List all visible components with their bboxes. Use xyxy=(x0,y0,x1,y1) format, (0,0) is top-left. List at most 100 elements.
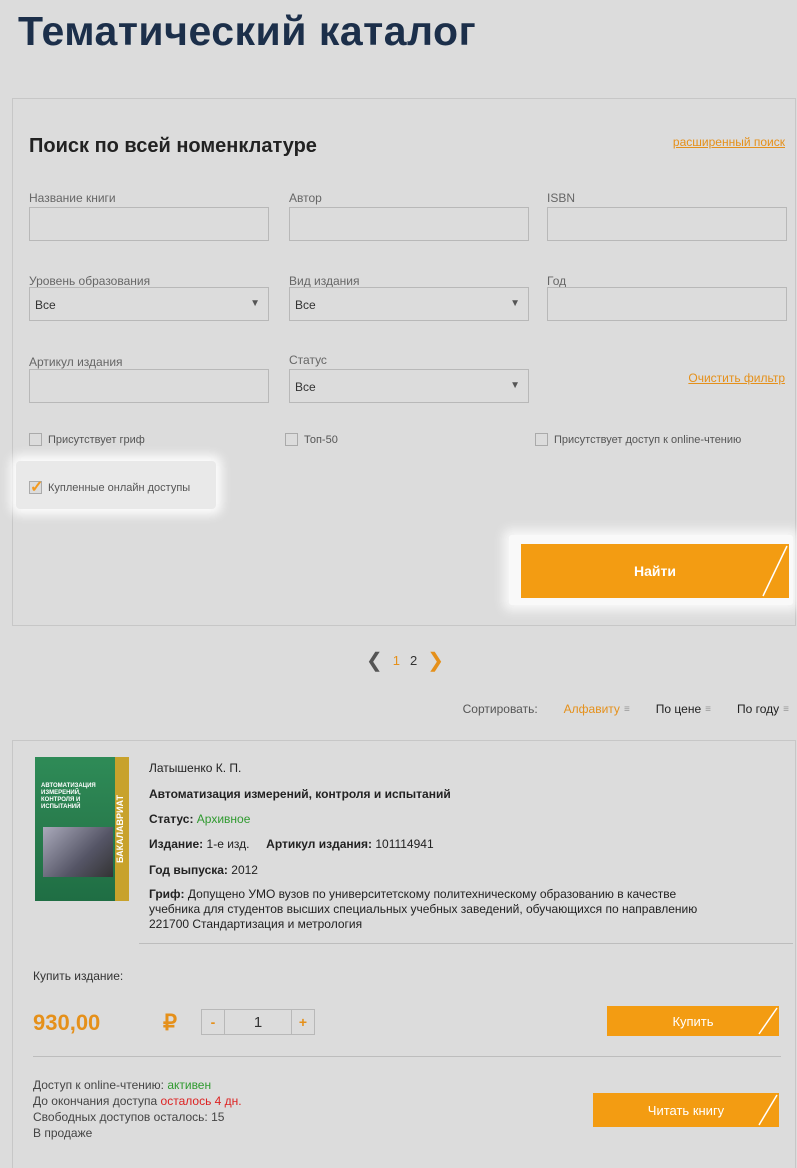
purchased-checkbox[interactable]: ✓ Купленные онлайн доступы xyxy=(29,479,191,496)
find-button[interactable]: Найти xyxy=(521,544,789,598)
on-sale-line: В продаже xyxy=(33,1126,93,1140)
checkmark-icon: ✓ xyxy=(30,479,44,496)
page-title: Тематический каталог xyxy=(18,8,477,54)
free-access-line: Свободных доступов осталось: 15 xyxy=(33,1110,225,1124)
grif-label: Гриф: xyxy=(149,887,185,901)
expiry-value: осталось 4 дн. xyxy=(160,1094,242,1108)
cover-image xyxy=(43,827,113,877)
product-year: Год выпуска: 2012 xyxy=(149,863,258,877)
edition-type-label: Вид издания xyxy=(289,274,360,288)
status-value: Архивное xyxy=(196,812,251,826)
cover-spine: БАКАЛАВРИАТ xyxy=(115,757,129,901)
year-value: 2012 xyxy=(231,863,258,877)
buy-button[interactable]: Купить xyxy=(607,1006,779,1036)
checkbox-box[interactable] xyxy=(285,433,298,446)
page-2[interactable]: 2 xyxy=(410,653,417,668)
product-status: Статус: Архивное xyxy=(149,812,250,826)
sort-icon: ≡ xyxy=(783,703,789,715)
read-book-button[interactable]: Читать книгу xyxy=(593,1093,779,1127)
year-label: Год xyxy=(547,274,567,288)
sort-bar: Сортировать: Алфавиту ≡ По цене ≡ По год… xyxy=(463,702,789,716)
edition-type-select[interactable]: Все ▼ xyxy=(289,287,529,321)
checkbox-box[interactable] xyxy=(29,433,42,446)
search-panel-title: Поиск по всей номенклатуре xyxy=(29,135,317,157)
clear-filter-link[interactable]: Очистить фильтр xyxy=(688,371,785,385)
edition-label: Издание: xyxy=(149,837,204,851)
quantity-stepper: - 1 + xyxy=(201,1009,315,1035)
grif-line-2: учебника для студентов высших специальны… xyxy=(149,902,698,916)
edition-type-value: Все xyxy=(295,298,316,312)
qty-plus-button[interactable]: + xyxy=(292,1010,314,1034)
top50-checkbox[interactable]: Топ-50 xyxy=(285,433,338,446)
online-label: Доступ к online-чтению: xyxy=(33,1078,164,1092)
checkbox-box[interactable] xyxy=(535,433,548,446)
sort-price[interactable]: По цене ≡ xyxy=(656,702,711,716)
article-input[interactable] xyxy=(29,369,269,403)
product-title[interactable]: Автоматизация измерений, контроля и испы… xyxy=(149,787,451,801)
slash-decoration-icon xyxy=(762,545,788,597)
sort-icon: ≡ xyxy=(623,703,630,715)
buy-button-label: Купить xyxy=(672,1013,714,1029)
currency-icon: ₽ xyxy=(163,1010,177,1035)
product-price: 930,00 xyxy=(33,1010,101,1035)
product-grif: Гриф: Допущено УМО вузов по университетс… xyxy=(149,887,789,932)
qty-minus-button[interactable]: - xyxy=(202,1010,225,1034)
purchased-checkbox-label: Купленные онлайн доступы xyxy=(48,481,191,494)
article-label: Артикул издания xyxy=(29,355,123,369)
top50-checkbox-label: Топ-50 xyxy=(304,433,338,446)
year-input[interactable] xyxy=(547,287,787,321)
article-label: Артикул издания: xyxy=(266,837,372,851)
edu-level-value: Все xyxy=(35,298,56,312)
isbn-input[interactable] xyxy=(547,207,787,241)
sort-label: Сортировать: xyxy=(462,702,538,716)
checkbox-box[interactable]: ✓ xyxy=(29,479,43,496)
divider xyxy=(33,1056,781,1057)
year-label: Год выпуска: xyxy=(149,863,228,877)
book-title-input[interactable] xyxy=(29,207,269,241)
status-label: Статус xyxy=(289,353,327,367)
product-card: АВТОМАТИЗАЦИЯ ИЗМЕРЕНИЙ, КОНТРОЛЯ И ИСПЫ… xyxy=(12,740,796,1168)
sort-alphabet-label: Алфавиту xyxy=(563,702,620,716)
online-reading-checkbox[interactable]: Присутствует доступ к online-чтению xyxy=(535,433,741,446)
slash-decoration-icon xyxy=(758,1094,778,1126)
slash-decoration-icon xyxy=(758,1007,778,1035)
chevron-down-icon: ▼ xyxy=(510,380,520,391)
author-label: Автор xyxy=(289,191,322,205)
isbn-label: ISBN xyxy=(547,191,576,205)
article-value: 101114941 xyxy=(375,837,434,851)
advanced-search-link[interactable]: расширенный поиск xyxy=(673,135,785,149)
online-access-info: Доступ к online-чтению: активен До оконч… xyxy=(33,1077,242,1141)
product-author: Латышенко К. П. xyxy=(149,761,242,775)
chevron-down-icon: ▼ xyxy=(510,298,520,309)
sort-icon: ≡ xyxy=(705,703,711,715)
sort-year-label: По году xyxy=(736,702,780,716)
product-edition: Издание: 1-е изд. Артикул издания: 10111… xyxy=(149,837,434,851)
edition-value: 1-е изд. xyxy=(206,837,250,851)
author-input[interactable] xyxy=(289,207,529,241)
sort-year[interactable]: По году ≡ xyxy=(737,702,789,716)
status-select[interactable]: Все ▼ xyxy=(289,369,529,403)
book-cover[interactable]: АВТОМАТИЗАЦИЯ ИЗМЕРЕНИЙ, КОНТРОЛЯ И ИСПЫ… xyxy=(35,757,129,901)
expiry-label: До окончания доступа xyxy=(33,1094,158,1108)
page-1[interactable]: 1 xyxy=(393,653,400,668)
pagination: ❮ 1 2 ❯ xyxy=(366,648,444,673)
status-value: Все xyxy=(295,380,316,394)
book-title-label: Название книги xyxy=(29,191,116,205)
grif-line-1: Допущено УМО вузов по университетскому п… xyxy=(187,887,677,901)
buy-section: 930,00 ₽ - 1 + Купить Доступ к online-чт… xyxy=(13,936,797,1166)
read-book-button-label: Читать книгу xyxy=(647,1102,725,1118)
qty-value[interactable]: 1 xyxy=(225,1010,292,1034)
next-page-icon[interactable]: ❯ xyxy=(427,648,444,673)
sort-price-label: По цене xyxy=(655,702,702,716)
grif-line-3: 221700 Стандартизация и метрология xyxy=(149,917,363,931)
grif-checkbox[interactable]: Присутствует гриф xyxy=(29,433,145,446)
grif-checkbox-label: Присутствует гриф xyxy=(48,433,145,446)
expiry-line: До окончания доступа осталось 4 дн. xyxy=(33,1093,242,1109)
sort-alphabet[interactable]: Алфавиту ≡ xyxy=(564,702,630,716)
chevron-down-icon: ▼ xyxy=(250,298,260,309)
online-value: активен xyxy=(167,1078,212,1092)
edu-level-label: Уровень образования xyxy=(29,274,151,288)
online-reading-checkbox-label: Присутствует доступ к online-чтению xyxy=(554,433,742,446)
prev-page-icon[interactable]: ❮ xyxy=(366,648,383,673)
edu-level-select[interactable]: Все ▼ xyxy=(29,287,269,321)
